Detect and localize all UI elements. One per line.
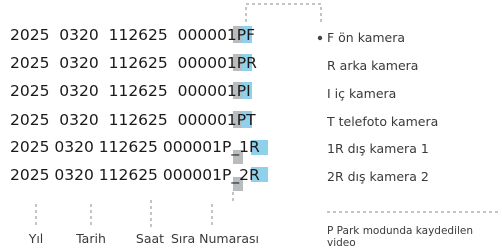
file-naming-diagram: 2025 0320 112625 000001PF 2025 0320 1126…: [10, 3, 498, 249]
legend-item: 1R dış kamera 1: [327, 141, 429, 156]
segment-guides: [35, 192, 234, 228]
legend-item: F ön kamera: [327, 30, 405, 45]
parking-note: P Park modunda kaydedilen: [327, 225, 473, 237]
camera-legend: F ön kamera R arka kamera I iç kamera T …: [326, 30, 438, 184]
segment-labels: Yıl Tarih Saat Sıra Numarası: [28, 231, 259, 246]
filename-row: 2025 0320 112625 000001PF: [10, 26, 255, 44]
filename-row: 2025 0320 112625 000001PR: [10, 54, 257, 72]
legend-item: I iç kamera: [327, 86, 396, 101]
filename-row: 2025 0320 112625 000001P_1R: [10, 138, 260, 157]
filename-list: 2025 0320 112625 000001PF 2025 0320 1126…: [10, 26, 260, 185]
parking-note-continued: video: [327, 237, 356, 249]
legend-item: 2R dış kamera 2: [327, 169, 429, 184]
filename-row: 2025 0320 112625 000001P_2R: [10, 166, 260, 185]
filename-row: 2025 0320 112625 000001PI: [10, 82, 251, 100]
segment-label-time: Saat: [136, 231, 164, 246]
segment-label-sequence: Sıra Numarası: [171, 231, 259, 246]
legend-item: T telefoto kamera: [326, 114, 438, 129]
segment-label-date: Tarih: [75, 231, 106, 246]
legend-item: R arka kamera: [327, 58, 418, 73]
segment-label-year: Yıl: [28, 231, 44, 246]
filename-row: 2025 0320 112625 000001PT: [10, 111, 256, 129]
legend-bullet: [317, 35, 323, 41]
camera-code-bracket: [245, 3, 322, 22]
